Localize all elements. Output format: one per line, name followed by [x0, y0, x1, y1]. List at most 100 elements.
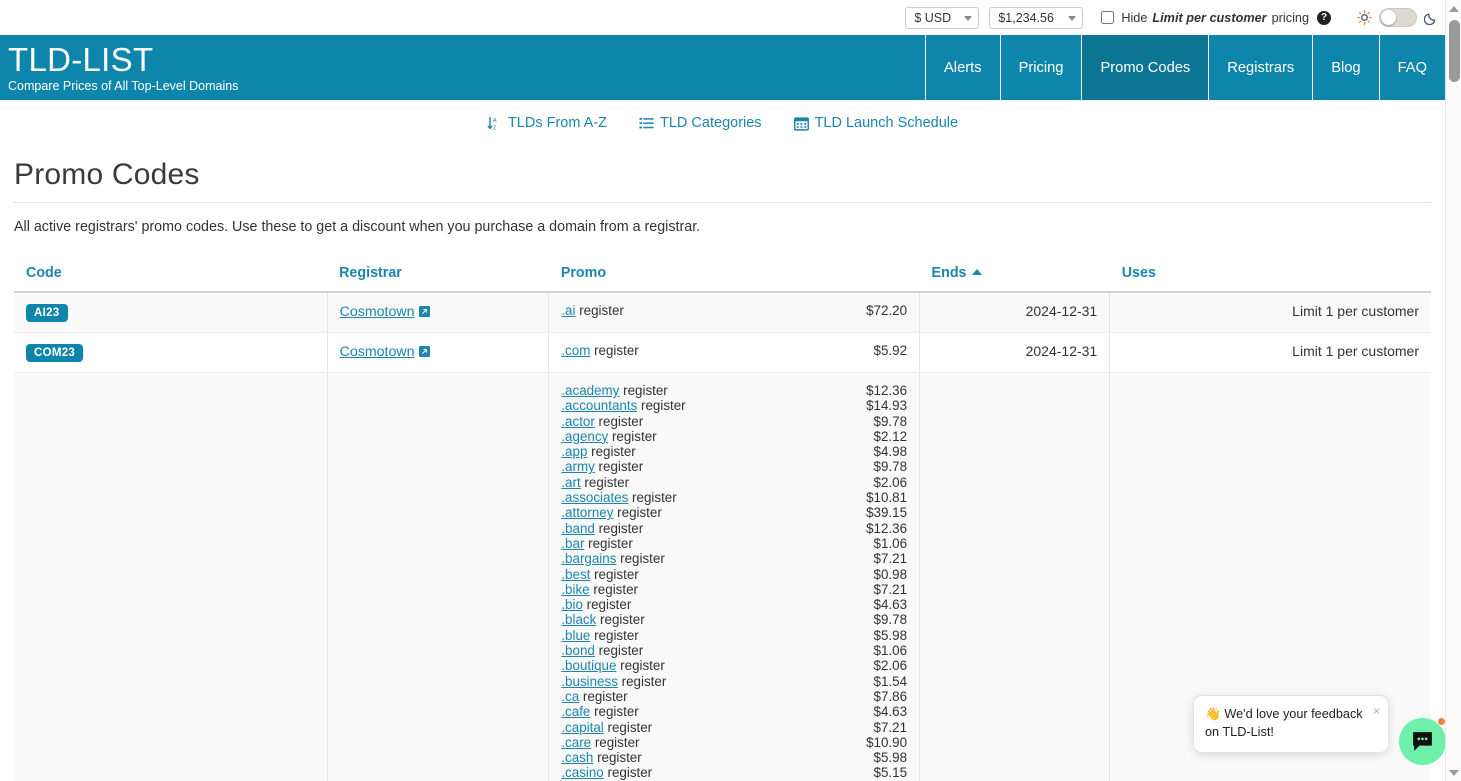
moon-icon[interactable]	[1424, 10, 1439, 25]
tld-link[interactable]: .cash	[561, 750, 593, 765]
promo-price: $1.54	[873, 673, 908, 689]
nav-item-promo-codes[interactable]: Promo Codes	[1081, 35, 1209, 100]
tld-link[interactable]: .agency	[561, 429, 608, 444]
currency-select[interactable]: $ USD	[905, 6, 980, 29]
tld-link[interactable]: .com	[561, 343, 590, 358]
hide-emphasis-text: Limit per customer	[1152, 10, 1267, 25]
brand-block[interactable]: TLD-LIST Compare Prices of All Top-Level…	[8, 35, 238, 100]
promo-price: $10.81	[866, 490, 908, 506]
promo-entry: .cash register $5.98	[561, 750, 907, 765]
tld-link[interactable]: .ca	[561, 689, 579, 704]
column-header-uses[interactable]: Uses	[1109, 265, 1431, 293]
tld-link[interactable]: .black	[561, 612, 596, 627]
subnav-item-tld-categories[interactable]: TLD Categories	[639, 115, 762, 131]
column-header-promo[interactable]: Promo	[548, 265, 920, 293]
promo-entry-left: .bond register	[561, 643, 643, 658]
subnav-label-tld-categories: TLD Categories	[660, 115, 762, 131]
promo-action-label: register	[584, 535, 633, 551]
promo-price: $2.06	[873, 658, 908, 674]
tld-link[interactable]: .bio	[561, 597, 583, 612]
tld-link[interactable]: .blue	[561, 628, 590, 643]
promo-action-label: register	[603, 765, 653, 781]
nav-item-pricing[interactable]: Pricing	[999, 35, 1082, 100]
chat-launcher-button[interactable]	[1399, 718, 1446, 765]
tld-link[interactable]: .capital	[561, 720, 603, 735]
promo-entry-left: .black register	[561, 612, 644, 627]
promo-action-label: register	[579, 688, 628, 704]
promo-action-label: register	[590, 627, 639, 643]
tld-link[interactable]: .bond	[561, 643, 595, 658]
theme-toggle-switch[interactable]	[1379, 8, 1417, 27]
promo-entry-left: .boutique register	[561, 658, 664, 673]
theme-toggle-knob	[1381, 10, 1396, 25]
tld-link[interactable]: .bike	[561, 582, 589, 597]
promo-entry-left: .bike register	[561, 582, 638, 597]
subnav-item-tlds-a-z[interactable]: A Z TLDs From A-Z	[487, 115, 607, 131]
tld-link[interactable]: .associates	[561, 490, 628, 505]
nav-item-blog[interactable]: Blog	[1312, 35, 1378, 100]
nav-item-alerts[interactable]: Alerts	[925, 35, 1000, 100]
help-icon[interactable]: ?	[1317, 10, 1331, 25]
tld-link[interactable]: .actor	[561, 414, 595, 429]
promo-action-label: register	[587, 444, 636, 460]
tld-link[interactable]: .accountants	[561, 398, 637, 413]
tld-link[interactable]: .best	[561, 567, 590, 582]
tld-link[interactable]: .band	[561, 521, 595, 536]
tld-link[interactable]: .bar	[561, 536, 584, 551]
registrar-link[interactable]: Cosmotown	[340, 304, 415, 320]
tld-link[interactable]: .cafe	[561, 704, 590, 719]
tld-link[interactable]: .academy	[561, 383, 619, 398]
tld-link[interactable]: .boutique	[561, 658, 616, 673]
promo-entry: .bond register $1.06	[561, 643, 907, 658]
promo-price: $10.90	[866, 734, 908, 750]
promo-code-badge[interactable]: COM23	[26, 344, 84, 362]
scrollbar-thumb[interactable]	[1449, 20, 1460, 82]
promo-price: $5.92	[873, 343, 908, 358]
feedback-message: We'd love your feedback on TLD-List!	[1205, 707, 1363, 739]
sort-ascending-icon	[971, 269, 982, 275]
page-scrollbar[interactable]	[1445, 0, 1461, 781]
sun-icon[interactable]	[1357, 10, 1372, 25]
tld-link[interactable]: .ai	[561, 303, 575, 318]
nav-item-faq[interactable]: FAQ	[1378, 35, 1445, 100]
subnav-item-tld-launch-schedule[interactable]: TLD Launch Schedule	[793, 115, 958, 131]
tld-link[interactable]: .business	[561, 674, 618, 689]
column-header-ends[interactable]: Ends	[919, 265, 1110, 293]
column-header-registrar[interactable]: Registrar	[327, 265, 549, 293]
tld-link[interactable]: .bargains	[561, 551, 616, 566]
promo-entry-left: .com register	[561, 343, 638, 358]
tld-link[interactable]: .casino	[561, 765, 603, 780]
external-link-icon	[418, 306, 430, 317]
hide-limit-pricing-label[interactable]: Hide Limit per customer pricing ?	[1101, 10, 1331, 25]
tld-link[interactable]: .attorney	[561, 505, 613, 520]
external-link-icon	[418, 346, 430, 357]
list-icon	[639, 117, 654, 128]
top-utility-bar: $ USD $1,234.56 Hide Limit per customer …	[0, 0, 1461, 35]
promo-entry-left: .care register	[561, 735, 639, 750]
tld-link[interactable]: .care	[561, 735, 591, 750]
currency-select-wrapper: $ USD	[905, 6, 980, 29]
promo-action-label: register	[575, 303, 624, 318]
registrar-link[interactable]: Cosmotown	[340, 344, 415, 360]
sort-alpha-down-icon: A Z	[487, 116, 497, 131]
tld-link[interactable]: .army	[561, 459, 594, 474]
promo-entry-left: .bar register	[561, 536, 632, 551]
promo-action-label: register	[613, 505, 662, 521]
promo-entry-left: .app register	[561, 444, 635, 459]
promo-entry: .best register $0.98	[561, 567, 907, 582]
tld-link[interactable]: .app	[561, 444, 587, 459]
feedback-close-icon[interactable]: ×	[1373, 702, 1380, 720]
chat-notification-dot	[1438, 718, 1445, 725]
tld-link[interactable]: .art	[561, 475, 580, 490]
hide-limit-pricing-checkbox[interactable]	[1101, 11, 1115, 24]
number-format-select[interactable]: $1,234.56	[989, 6, 1084, 29]
promo-price: $9.78	[873, 459, 908, 475]
promo-code-badge[interactable]: AI23	[26, 304, 68, 322]
promo-price: $1.06	[873, 643, 908, 659]
feedback-bubble[interactable]: × 👋 We'd love your feedback on TLD-List!	[1193, 695, 1389, 753]
scrollbar-up-arrow-icon[interactable]	[1446, 0, 1461, 17]
promo-entry: .boutique register $2.06	[561, 658, 907, 673]
scrollbar-down-arrow-icon[interactable]	[1446, 764, 1461, 781]
column-header-code[interactable]: Code	[14, 265, 328, 293]
nav-item-registrars[interactable]: Registrars	[1208, 35, 1312, 100]
